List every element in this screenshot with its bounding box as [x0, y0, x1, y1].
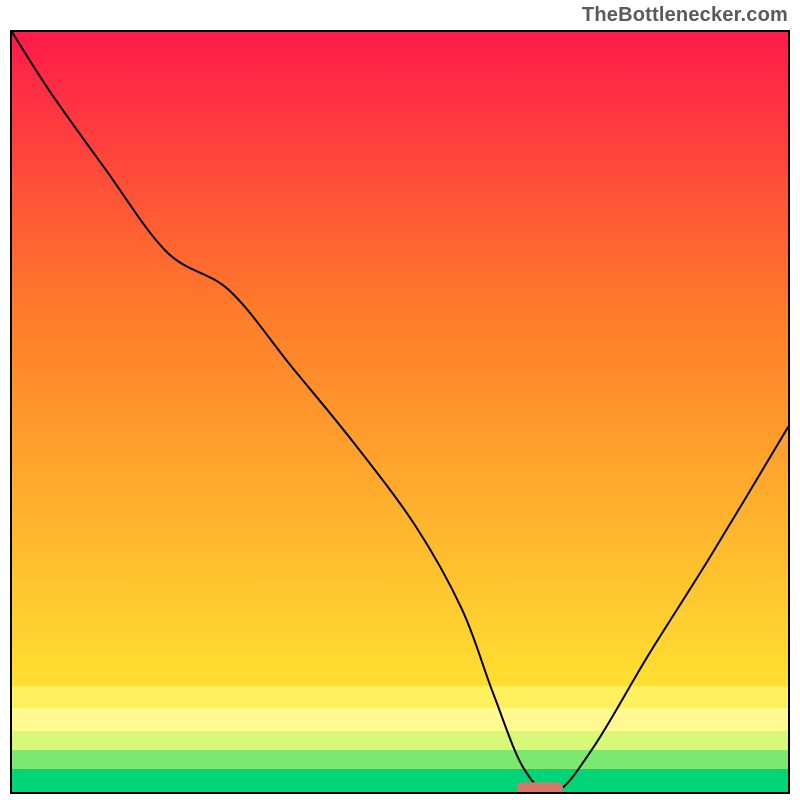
- chart-frame: TheBottlenecker.com: [0, 0, 800, 800]
- bottleneck-curve: [12, 32, 788, 792]
- optimal-marker: [516, 782, 563, 792]
- watermark-text: TheBottlenecker.com: [582, 4, 788, 27]
- plot-area: [10, 30, 790, 794]
- curve-layer: [12, 32, 788, 792]
